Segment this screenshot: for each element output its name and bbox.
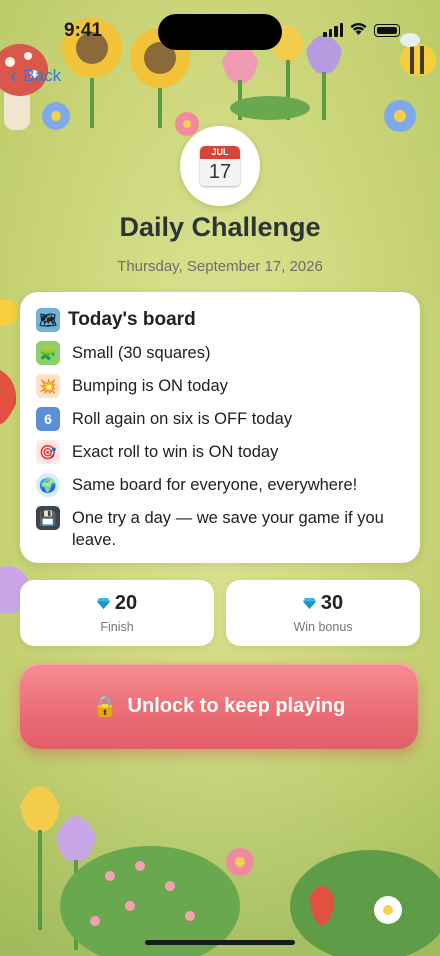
calendar-day: 17 <box>208 161 232 183</box>
win-bonus-value: 30 <box>226 592 420 615</box>
target-dart-icon: 🎯 <box>36 440 60 464</box>
board-card-title: 🗺 Today's board <box>36 308 404 332</box>
win-bonus-number: 30 <box>320 592 344 614</box>
rule-text: Exact roll to win is ON today <box>72 443 279 461</box>
rule-item: 🧩 Small (30 squares) <box>36 341 404 365</box>
challenge-date: Thursday, September 17, 2026 <box>117 258 323 275</box>
home-indicator[interactable] <box>145 940 295 945</box>
back-label: Back <box>23 66 62 85</box>
gem-icon <box>302 598 316 609</box>
wifi-icon <box>350 22 367 38</box>
finish-label: Finish <box>100 620 134 634</box>
dynamic-island <box>158 14 282 50</box>
finish-reward-value: 20 <box>20 592 214 615</box>
battery-icon <box>374 23 400 37</box>
rule-text: One try a day — we save your game if you… <box>72 509 384 549</box>
lock-icon: 🔒 <box>92 695 118 718</box>
unlock-button-label: Unlock to keep playing <box>127 694 346 717</box>
rule-item: 💥 Bumping is ON today <box>36 374 404 398</box>
collision-icon: 💥 <box>36 374 60 398</box>
gem-icon <box>96 598 110 609</box>
unlock-button[interactable]: 🔒 Unlock to keep playing <box>20 663 418 749</box>
chevron-left-icon: ‹ <box>10 63 18 88</box>
rule-item: 🌍 Same board for everyone, everywhere! <box>36 473 404 497</box>
keycap-six-icon: 6 <box>36 407 60 431</box>
rewards-row: 20 Finish 30 Win bonus <box>20 580 420 646</box>
calendar-month: JUL <box>200 146 240 159</box>
calendar-badge: JUL 17 <box>180 126 260 206</box>
win-bonus-card: 30 Win bonus <box>226 580 420 646</box>
rule-text: Bumping is ON today <box>72 377 228 395</box>
floppy-disk-icon: 💾 <box>36 506 60 530</box>
globe-icon: 🌍 <box>36 473 60 497</box>
board-card: 🗺 Today's board 🧩 Small (30 squares) 💥 B… <box>20 292 420 563</box>
garden-decoration-bottom <box>20 786 440 956</box>
rule-item: 🎯 Exact roll to win is ON today <box>36 440 404 464</box>
finish-value: 20 <box>114 592 138 614</box>
page-title: Daily Challenge <box>119 212 321 242</box>
board-title-label: Today's board <box>68 309 196 330</box>
status-time: 9:41 <box>64 20 103 41</box>
status-icons <box>323 22 400 38</box>
rule-item: 6 Roll again on six is OFF today <box>36 407 404 431</box>
calendar-icon: JUL 17 <box>200 146 240 186</box>
cellular-signal-icon <box>323 23 343 37</box>
rule-text: Same board for everyone, everywhere! <box>72 476 358 494</box>
rule-text: Small (30 squares) <box>72 344 211 362</box>
map-icon: 🗺 <box>36 308 60 332</box>
win-bonus-label: Win bonus <box>293 620 353 634</box>
rule-text: Roll again on six is OFF today <box>72 410 293 428</box>
puzzle-piece-icon: 🧩 <box>36 341 60 365</box>
finish-reward-card: 20 Finish <box>20 580 214 646</box>
back-button[interactable]: ‹ Back <box>10 63 62 88</box>
status-bar: 9:41 <box>0 0 440 56</box>
rule-item: 💾 One try a day — we save your game if y… <box>36 506 404 551</box>
